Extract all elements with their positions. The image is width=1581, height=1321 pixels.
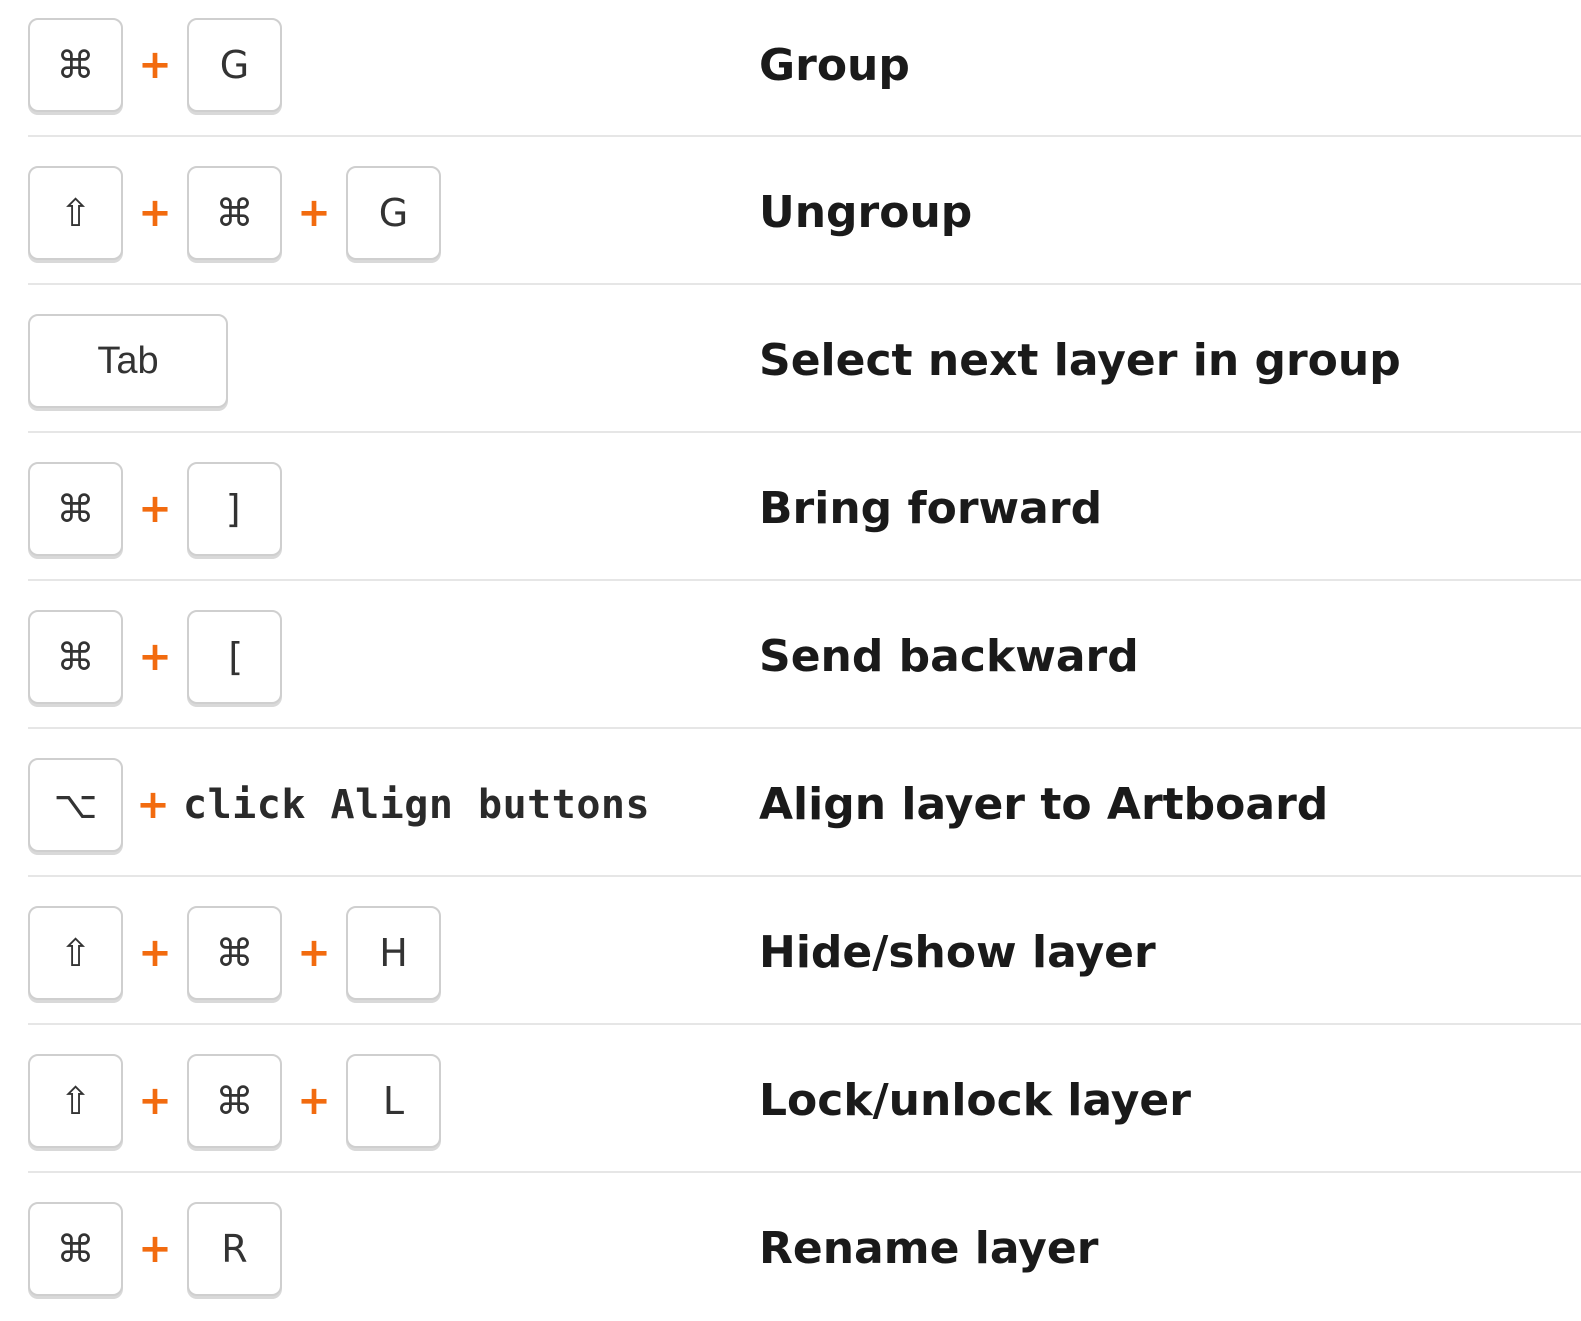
command-icon: ⌘ [56, 1227, 95, 1271]
shift-key: ⇧ [28, 906, 123, 1000]
command-icon: ⌘ [56, 487, 95, 531]
command-icon: ⌘ [215, 1079, 254, 1123]
left-bracket-key: [ [187, 610, 282, 704]
shift-icon: ⇧ [59, 1079, 92, 1123]
plus-separator: + [138, 1078, 172, 1124]
g-key: G [346, 166, 441, 260]
shortcut-row-bring-forward: ⌘ + ] Bring forward [0, 433, 1581, 581]
option-key: ⌥ [28, 758, 123, 852]
shift-icon: ⇧ [59, 191, 92, 235]
shortcut-row-lock-unlock: ⇧ + ⌘ + L Lock/unlock layer [0, 1025, 1581, 1173]
key-combo: ⌘ + G [28, 18, 282, 112]
command-key: ⌘ [28, 610, 123, 704]
right-bracket-key: ] [187, 462, 282, 556]
key-combo: ⌥ + click Align buttons [28, 758, 650, 852]
shortcut-description: Lock/unlock layer [759, 1075, 1191, 1126]
key-combo: ⇧ + ⌘ + G [28, 166, 441, 260]
r-key: R [187, 1202, 282, 1296]
shortcut-description: Send backward [759, 631, 1139, 682]
command-key: ⌘ [187, 1054, 282, 1148]
key-combo: ⇧ + ⌘ + H [28, 906, 441, 1000]
plus-separator: + [297, 1078, 331, 1124]
shortcut-description: Rename layer [759, 1223, 1099, 1274]
shortcut-row-rename: ⌘ + R Rename layer [0, 1173, 1581, 1321]
shortcut-row-send-backward: ⌘ + [ Send backward [0, 581, 1581, 729]
key-combo: ⌘ + ] [28, 462, 282, 556]
command-key: ⌘ [187, 906, 282, 1000]
g-key: G [187, 18, 282, 112]
command-icon: ⌘ [56, 43, 95, 87]
shortcut-description: Hide/show layer [759, 927, 1156, 978]
shortcut-description: Group [759, 40, 910, 91]
plus-separator: + [136, 782, 170, 828]
shortcut-description: Select next layer in group [759, 335, 1401, 386]
tab-key: Tab [28, 314, 228, 408]
command-icon: ⌘ [215, 931, 254, 975]
h-key: H [346, 906, 441, 1000]
shift-icon: ⇧ [59, 931, 92, 975]
shortcut-description: Ungroup [759, 187, 973, 238]
key-combo: Tab [28, 314, 228, 408]
shortcut-row-select-next: Tab Select next layer in group [0, 285, 1581, 433]
shortcut-row-align-artboard: ⌥ + click Align buttons Align layer to A… [0, 729, 1581, 877]
click-instruction: click Align buttons [183, 782, 651, 828]
plus-separator: + [138, 1226, 172, 1272]
command-icon: ⌘ [56, 635, 95, 679]
shift-key: ⇧ [28, 1054, 123, 1148]
plus-separator: + [138, 486, 172, 532]
plus-separator: + [138, 930, 172, 976]
shortcut-row-ungroup: ⇧ + ⌘ + G Ungroup [0, 137, 1581, 285]
plus-separator: + [297, 190, 331, 236]
shortcut-row-group: ⌘ + G Group [0, 0, 1581, 137]
l-key: L [346, 1054, 441, 1148]
option-icon: ⌥ [53, 783, 98, 827]
plus-separator: + [138, 42, 172, 88]
plus-separator: + [138, 634, 172, 680]
command-key: ⌘ [28, 18, 123, 112]
command-icon: ⌘ [215, 191, 254, 235]
key-combo: ⌘ + [ [28, 610, 282, 704]
shortcut-list: ⌘ + G Group ⇧ + ⌘ + G Ungroup Tab Select… [0, 0, 1581, 1321]
key-combo: ⇧ + ⌘ + L [28, 1054, 441, 1148]
shortcut-description: Bring forward [759, 483, 1103, 534]
shift-key: ⇧ [28, 166, 123, 260]
plus-separator: + [138, 190, 172, 236]
shortcut-description: Align layer to Artboard [759, 779, 1329, 830]
shortcut-row-hide-show: ⇧ + ⌘ + H Hide/show layer [0, 877, 1581, 1025]
command-key: ⌘ [28, 462, 123, 556]
command-key: ⌘ [187, 166, 282, 260]
command-key: ⌘ [28, 1202, 123, 1296]
key-combo: ⌘ + R [28, 1202, 282, 1296]
plus-separator: + [297, 930, 331, 976]
